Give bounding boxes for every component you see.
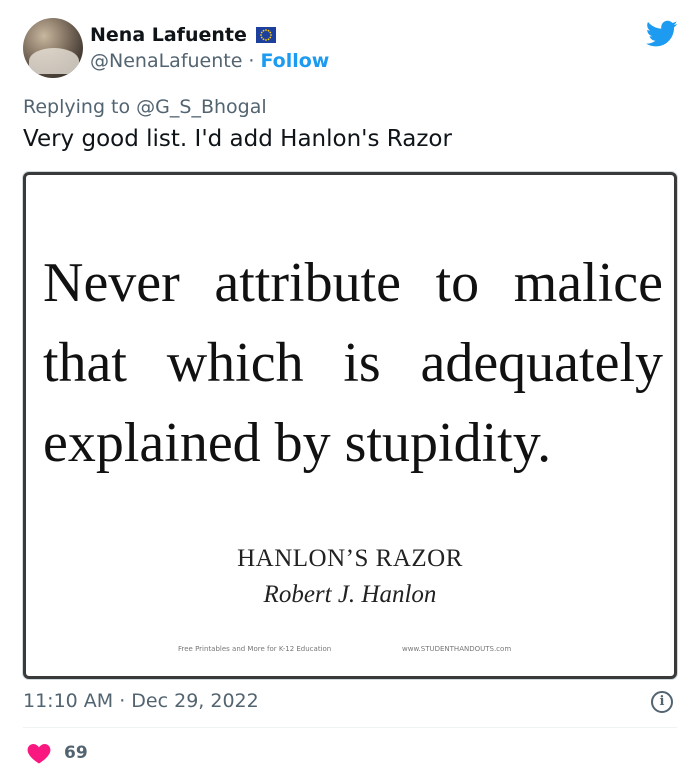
razor-author: Robert J. Hanlon: [263, 581, 437, 608]
quote-line: that which is adequately: [43, 332, 663, 394]
author-handle-row: @NenaLafuente · Follow: [90, 50, 329, 72]
reply-mention-link[interactable]: @G_S_Bhogal: [136, 96, 266, 118]
tweet-text: Very good list. I'd add Hanlon's Razor: [23, 126, 452, 152]
replying-to: Replying to @G_S_Bhogal: [23, 96, 267, 118]
heart-icon[interactable]: [27, 744, 51, 764]
divider: [23, 727, 677, 728]
replying-to-prefix: Replying to: [23, 96, 131, 118]
tweet-media-image[interactable]: Never attribute to malice that which is …: [23, 172, 677, 679]
author-handle[interactable]: @NenaLafuente: [90, 50, 242, 72]
tweet-timestamp[interactable]: 11:10 AM · Dec 29, 2022: [23, 690, 259, 712]
quote-text: Never attribute to malice that which is …: [43, 243, 663, 483]
info-icon[interactable]: i: [651, 691, 673, 713]
author-name-row: Nena Lafuente: [90, 24, 276, 46]
like-count[interactable]: 69: [64, 743, 88, 763]
twitter-bird-icon[interactable]: [646, 20, 678, 48]
follow-button[interactable]: Follow: [260, 50, 329, 72]
quote-line: explained by stupidity.: [43, 412, 552, 474]
eu-flag-icon: [255, 27, 276, 43]
razor-title: HANLON’S RAZOR: [237, 545, 463, 572]
media-footer-right: www.STUDENTHANDOUTS.com: [402, 645, 512, 653]
avatar[interactable]: [23, 18, 83, 78]
quote-line: Never attribute to malice: [43, 252, 663, 314]
separator: ·: [248, 50, 255, 72]
media-footer-left: Free Printables and More for K-12 Educat…: [178, 645, 332, 653]
author-name[interactable]: Nena Lafuente: [90, 24, 247, 46]
